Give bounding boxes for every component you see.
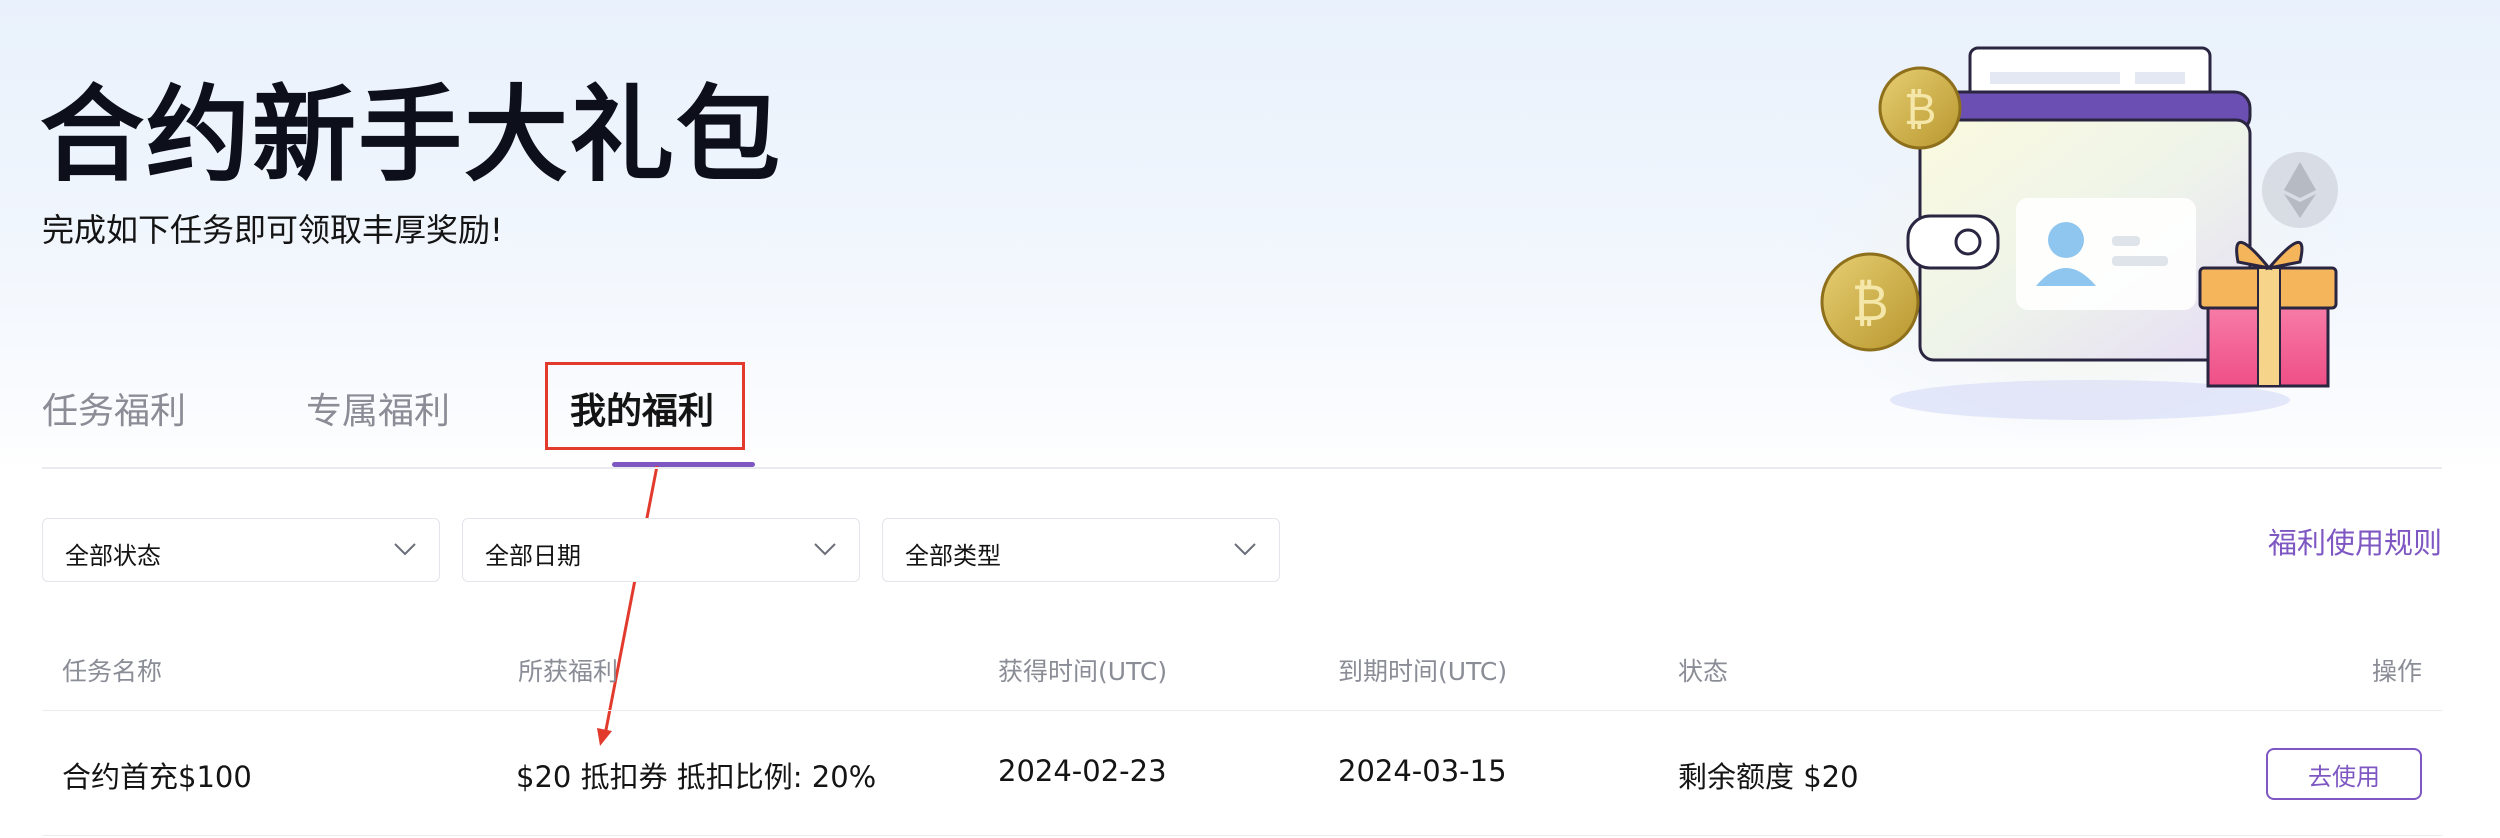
obtained-time-cell: 2024-02-23 [998, 754, 1167, 788]
column-header-action: 操作 [2371, 657, 2422, 686]
expire-time-cell: 2024-03-15 [1338, 754, 1507, 788]
tabs-divider [42, 467, 2442, 469]
chevron-down-icon [1234, 543, 1256, 556]
tab-exclusive-benefits[interactable]: 专属福利 [306, 382, 450, 434]
tab-task-benefits[interactable]: 任务福利 [42, 382, 186, 434]
table-row: 合约首充$100 $20 抵扣券 抵扣比例: 20% 2024-02-23 20… [42, 710, 2442, 836]
date-filter-dropdown[interactable]: 全部日期 [462, 518, 860, 582]
column-header-expire-time: 到期时间(UTC) [1338, 657, 1508, 686]
page-title: 合约新手大礼包 [40, 74, 783, 196]
page: 合约新手大礼包 完成如下任务即可领取丰厚奖励! ₿ ₿ 任务福利 专属福利 我的… [0, 0, 2500, 838]
chevron-down-icon [394, 543, 416, 556]
column-header-task-name: 任务名称 [62, 657, 163, 686]
svg-text:₿: ₿ [1851, 274, 1888, 332]
status-filter-label: 全部状态 [65, 542, 161, 570]
type-filter-label: 全部类型 [905, 542, 1001, 570]
reward-cell: $20 抵扣券 抵扣比例: 20% [516, 760, 877, 794]
column-header-status: 状态 [1678, 657, 1729, 686]
status-cell: 剩余额度 $20 [1678, 760, 1859, 794]
use-coupon-button[interactable]: 去使用 [2266, 748, 2422, 800]
chevron-down-icon [814, 543, 836, 556]
svg-text:₿: ₿ [1904, 84, 1937, 135]
type-filter-dropdown[interactable]: 全部类型 [882, 518, 1280, 582]
table-header: 任务名称 所获福利 获得时间(UTC) 到期时间(UTC) 状态 操作 [42, 630, 2442, 711]
page-subtitle: 完成如下任务即可领取丰厚奖励! [42, 211, 503, 249]
wallet-gift-illustration: ₿ ₿ [1800, 40, 2360, 440]
annotation-highlight-box [545, 362, 745, 450]
column-header-reward: 所获福利 [518, 657, 619, 686]
benefit-rules-link[interactable]: 福利使用规则 [2268, 520, 2442, 562]
status-filter-dropdown[interactable]: 全部状态 [42, 518, 440, 582]
column-header-obtained-time: 获得时间(UTC) [998, 657, 1168, 686]
task-name-cell: 合约首充$100 [62, 760, 252, 794]
date-filter-label: 全部日期 [485, 542, 581, 570]
